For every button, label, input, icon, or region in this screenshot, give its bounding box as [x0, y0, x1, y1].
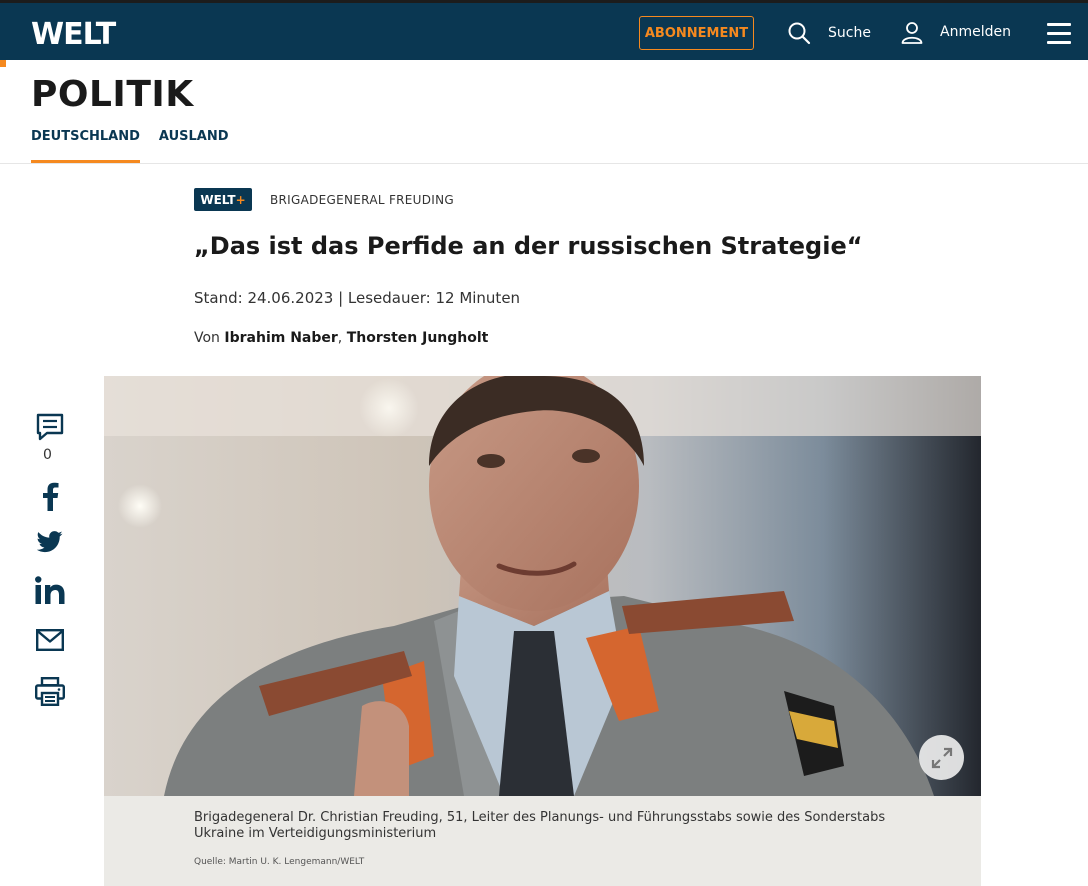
article-headline: „Das ist das Perfide an der russischen S…	[194, 232, 863, 260]
expand-image-button[interactable]	[919, 735, 964, 780]
author-link[interactable]: Thorsten Jungholt	[347, 330, 489, 346]
search-icon	[788, 22, 811, 45]
facebook-icon[interactable]	[38, 481, 62, 511]
login-label: Anmelden	[940, 24, 1011, 40]
login-button[interactable]: Anmelden	[900, 20, 1011, 44]
linkedin-icon[interactable]	[35, 576, 65, 605]
hero-photo	[104, 376, 981, 796]
user-icon	[901, 22, 923, 44]
welt-logo[interactable]: WELT	[31, 17, 116, 52]
badge-text: WELT	[200, 192, 236, 207]
search-button[interactable]: Suche	[787, 21, 871, 45]
welt-plus-badge[interactable]: WELT +	[194, 188, 252, 211]
image-caption: Brigadegeneral Dr. Christian Freuding, 5…	[194, 810, 886, 841]
section-subnav: DEUTSCHLAND AUSLAND	[31, 129, 248, 163]
badge-plus: +	[235, 192, 246, 207]
top-navigation-bar: WELT ABONNEMENT Suche Anmelden	[0, 0, 1088, 60]
article-authors: Von Ibrahim Naber, Thorsten Jungholt	[194, 330, 488, 346]
tab-ausland[interactable]: AUSLAND	[159, 129, 229, 163]
search-label: Suche	[828, 25, 871, 41]
subscribe-button[interactable]: ABONNEMENT	[639, 16, 754, 50]
author-link[interactable]: Ibrahim Naber	[224, 330, 337, 346]
authors-prefix: Von	[194, 330, 225, 346]
article-meta: Stand: 24.06.2023 | Lesedauer: 12 Minute…	[194, 289, 521, 307]
section-divider	[0, 163, 1088, 164]
article-hero-image[interactable]	[104, 376, 981, 796]
authors-separator: ,	[337, 330, 347, 346]
image-caption-box: Brigadegeneral Dr. Christian Freuding, 5…	[104, 796, 981, 886]
expand-icon	[931, 747, 952, 768]
twitter-icon[interactable]	[37, 531, 63, 553]
image-credit: Quelle: Martin U. K. Lengemann/WELT	[194, 857, 365, 867]
comment-count: 0	[43, 447, 52, 463]
hamburger-icon[interactable]	[1047, 23, 1071, 45]
print-icon[interactable]	[35, 677, 65, 706]
section-title: POLITIK	[31, 74, 194, 115]
article-kicker: BRIGADEGENERAL FREUDING	[270, 193, 454, 207]
comment-icon[interactable]	[35, 412, 65, 442]
tab-deutschland[interactable]: DEUTSCHLAND	[31, 129, 140, 163]
mail-icon[interactable]	[36, 629, 64, 651]
accent-marker	[0, 60, 6, 67]
